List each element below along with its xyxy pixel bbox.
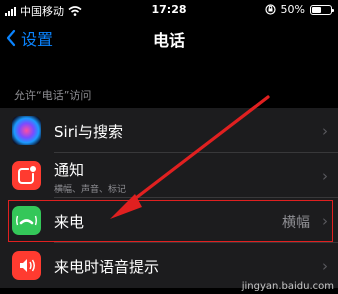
annotation-arrow [110, 95, 270, 219]
watermark: jingyan.baidu.com [241, 281, 334, 292]
